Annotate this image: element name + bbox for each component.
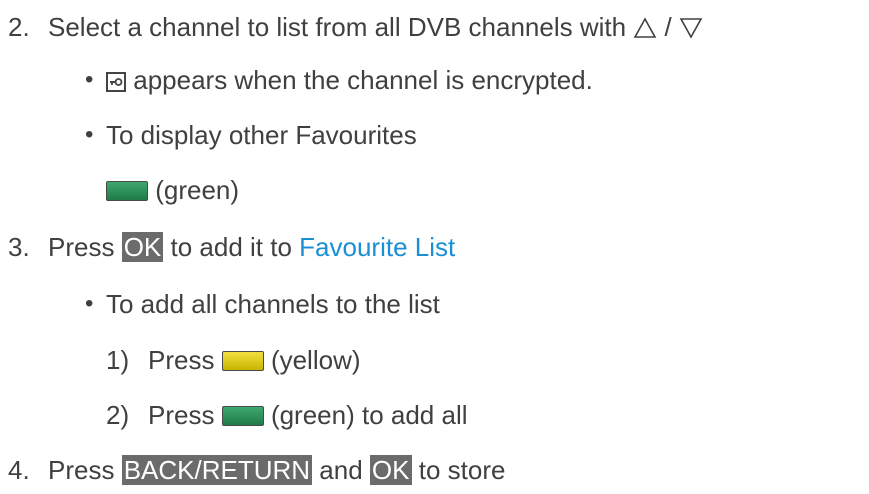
- step-text: Select a channel to list from all DVB ch…: [48, 12, 627, 42]
- step-number: 2.: [8, 12, 30, 42]
- green-add-all-label: (green) to add all: [270, 400, 468, 430]
- step-text: to store: [418, 455, 506, 485]
- green-button-icon: [106, 181, 148, 201]
- substep-text: Press: [148, 400, 215, 430]
- substep-number: 2): [106, 400, 130, 430]
- step-text: Press: [48, 232, 115, 262]
- yellow-label: (yellow): [270, 345, 361, 375]
- step-number: 4.: [8, 455, 30, 485]
- green-label: (green): [155, 175, 240, 205]
- down-triangle-icon: [679, 12, 703, 42]
- other-favourites-text: To display other Favourites: [106, 120, 417, 150]
- step-number: 3.: [8, 232, 30, 262]
- up-triangle-icon: [633, 12, 657, 42]
- substep-number: 1): [106, 345, 130, 375]
- step-text: Press: [48, 455, 115, 485]
- yellow-button-icon: [221, 351, 264, 371]
- encrypted-text: appears when the channel is encrypted.: [133, 65, 593, 95]
- ok-key: OK: [121, 232, 164, 262]
- back-return-key: BACK/RETURN: [121, 455, 313, 485]
- step-text: and: [319, 455, 363, 485]
- add-all-text: To add all channels to the list: [106, 289, 440, 319]
- lock-icon: [106, 72, 126, 92]
- favourite-list-link[interactable]: Favourite List: [299, 232, 455, 262]
- step-text: to add it to: [170, 232, 292, 262]
- substep-text: Press: [148, 345, 215, 375]
- separator: /: [664, 12, 672, 42]
- green-button-icon: [221, 406, 264, 426]
- ok-key: OK: [369, 455, 412, 485]
